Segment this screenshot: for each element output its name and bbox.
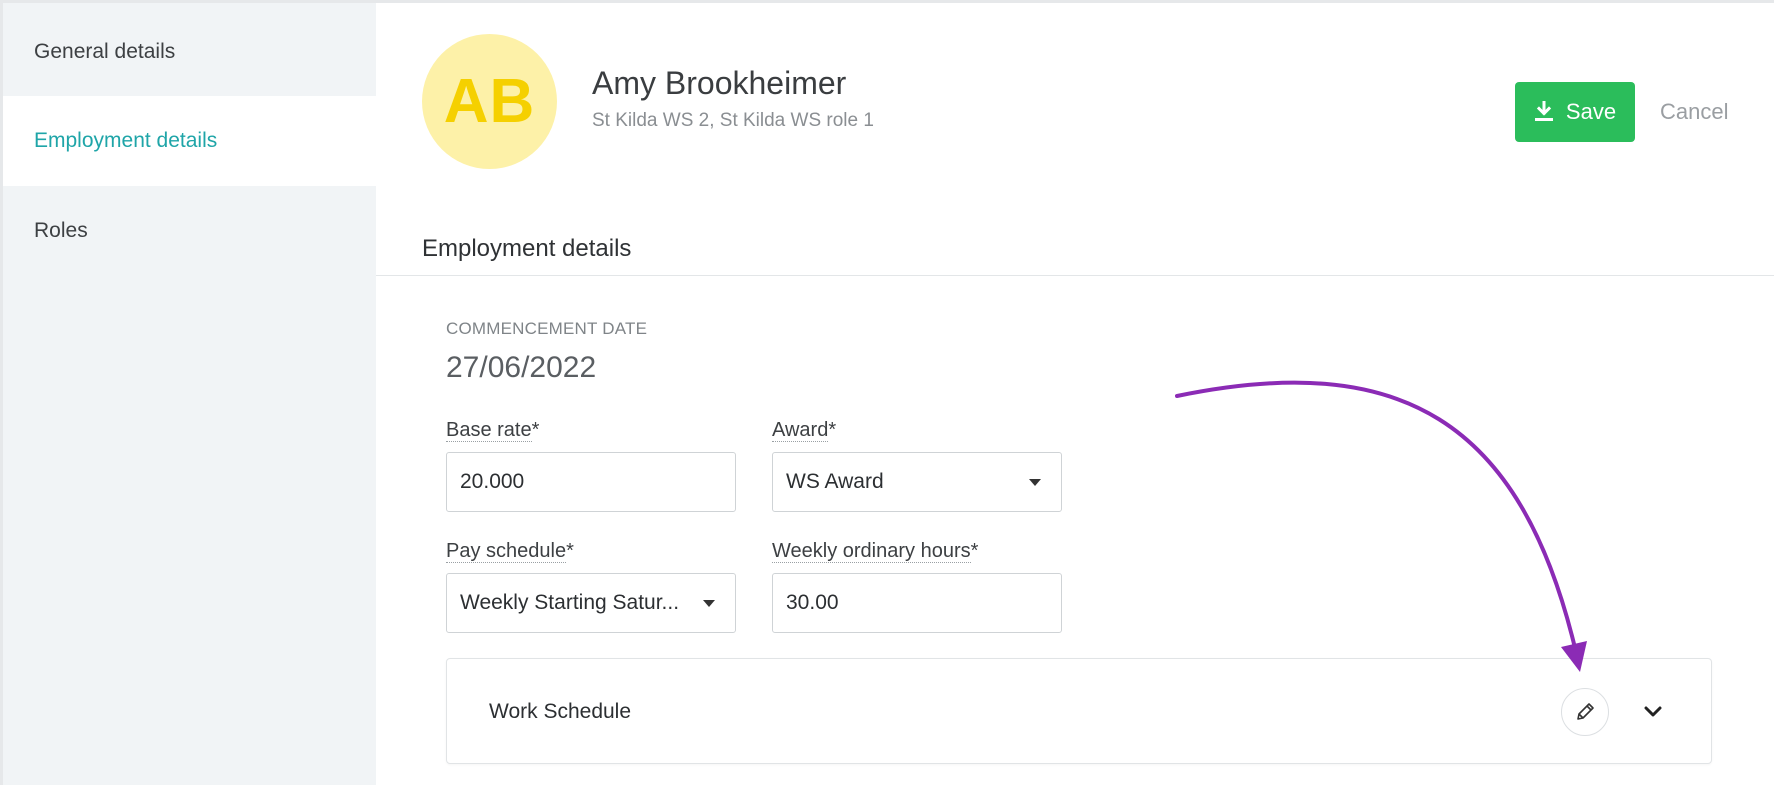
commencement-date-value: 27/06/2022 [446,351,597,384]
save-button-label: Save [1565,99,1617,124]
section-title: Employment details [422,235,632,262]
sidebar-item-employment-details[interactable]: Employment details [3,96,376,186]
weekly-hours-value: 30.00 [786,591,839,614]
caret-down-icon [703,600,715,607]
expand-work-schedule-button[interactable] [1635,694,1671,730]
pay-schedule-select[interactable]: Weekly Starting Satur... [446,573,736,633]
chevron-down-icon [1644,706,1662,717]
employee-locations: St Kilda WS 2, St Kilda WS role 1 [592,110,874,131]
section-divider [376,275,1774,276]
base-rate-input[interactable]: 20.000 [446,452,736,512]
download-icon [1534,101,1553,121]
weekly-hours-label: Weekly ordinary hours* [772,540,979,563]
sidebar-item-roles[interactable]: Roles [3,186,376,276]
avatar: AB [422,34,557,169]
cancel-button[interactable]: Cancel [1660,99,1728,125]
sidebar-item-label: Employment details [34,129,218,152]
work-schedule-title: Work Schedule [489,700,632,723]
main-panel: AB Amy Brookheimer St Kilda WS 2, St Kil… [376,3,1774,785]
award-label: Award* [772,419,837,442]
base-rate-label: Base rate* [446,419,540,442]
sidebar-item-general-details[interactable]: General details [3,7,376,97]
award-select[interactable]: WS Award [772,452,1062,512]
work-schedule-card: Work Schedule [446,658,1712,764]
base-rate-value: 20.000 [460,470,525,493]
sidebar-item-label: General details [34,40,176,63]
weekly-hours-input[interactable]: 30.00 [772,573,1062,633]
edit-work-schedule-button[interactable] [1561,688,1609,736]
save-button[interactable]: Save [1515,82,1635,142]
sidebar: General details Employment details Roles [0,3,376,785]
pay-schedule-label: Pay schedule* [446,540,574,563]
caret-down-icon [1029,479,1041,486]
commencement-date-label: COMMENCEMENT DATE [446,319,648,338]
award-value: WS Award [786,470,884,493]
pencil-icon [1577,703,1594,720]
avatar-initials: AB [443,67,536,136]
employee-name: Amy Brookheimer [592,65,847,101]
sidebar-item-label: Roles [34,219,88,242]
pay-schedule-value: Weekly Starting Satur... [460,591,680,614]
